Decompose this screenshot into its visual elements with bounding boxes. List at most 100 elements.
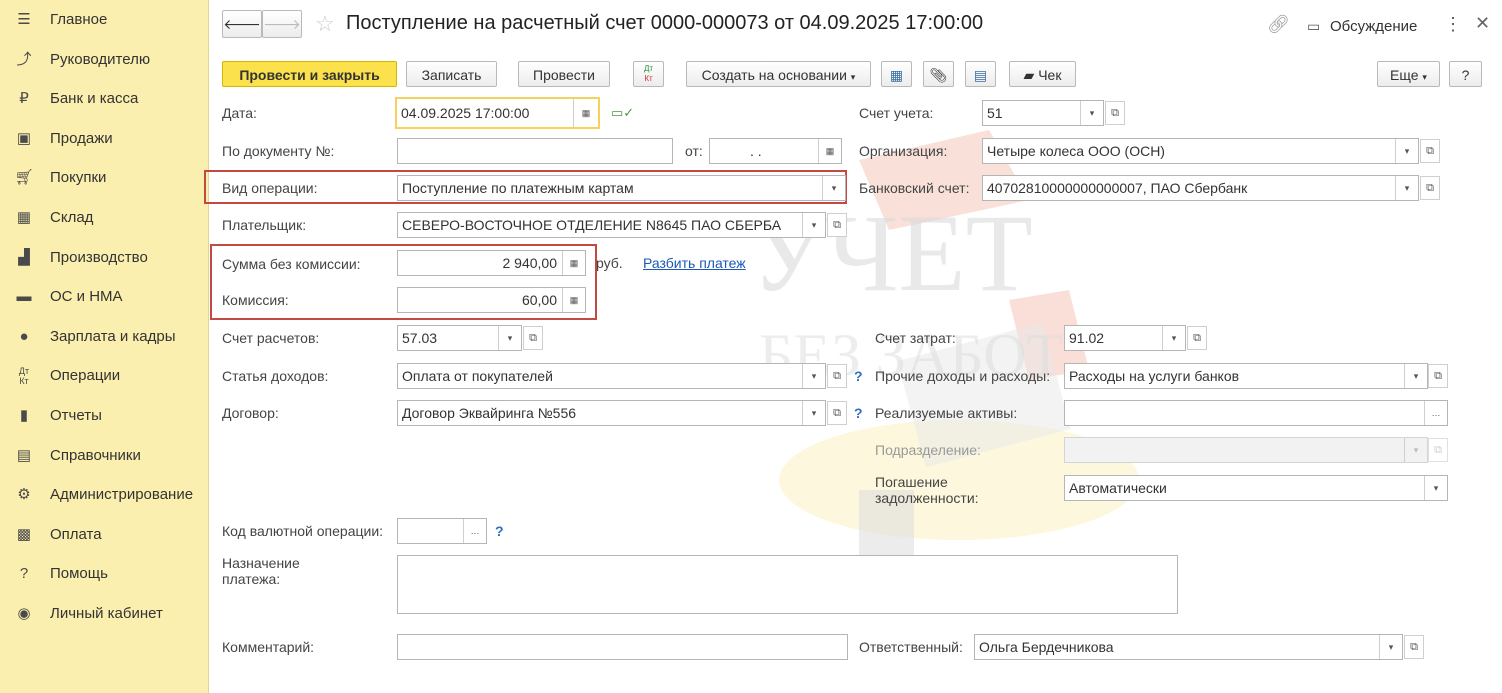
calculator-icon[interactable]: ▦ — [562, 251, 585, 275]
link-icon[interactable]: 🔗︎ — [1267, 14, 1290, 35]
sidebar-item-assets[interactable]: ▬ ОС и НМА — [0, 279, 208, 315]
help-icon[interactable]: ? — [854, 368, 863, 384]
income-item-select[interactable]: Оплата от покупателей ▾ — [397, 363, 826, 389]
chevron-down-icon[interactable]: ▾ — [802, 401, 825, 425]
organization-label: Организация: — [859, 143, 948, 159]
structure-button[interactable]: ▦ — [881, 61, 912, 87]
chevron-down-icon[interactable]: ▾ — [1162, 326, 1185, 350]
chevron-down-icon[interactable]: ▾ — [822, 176, 845, 200]
fee-input[interactable]: 60,00 ▦ — [397, 287, 586, 313]
debt-repayment-select[interactable]: Автоматически ▾ — [1064, 475, 1448, 501]
sidebar-item-account[interactable]: ◉ Личный кабинет — [0, 596, 208, 632]
sidebar-item-label: Помощь — [50, 565, 108, 582]
open-icon[interactable]: ⧉ — [1404, 635, 1424, 659]
open-icon[interactable]: ⧉ — [1420, 139, 1440, 163]
back-button[interactable]: 🡐 — [222, 10, 262, 38]
sidebar-item-label: Главное — [50, 11, 108, 28]
payment-purpose-textarea[interactable] — [397, 555, 1178, 614]
calendar-icon[interactable]: ▦ — [818, 139, 841, 163]
doc-number-input[interactable] — [397, 138, 673, 164]
organization-select[interactable]: Четыре колеса ООО (ОСН) ▾ — [982, 138, 1419, 164]
close-icon[interactable]: ✕ — [1475, 13, 1490, 34]
save-button[interactable]: Записать — [406, 61, 497, 87]
sidebar-item-admin[interactable]: ⚙ Администрирование — [0, 477, 208, 513]
doc-date-field[interactable]: . . ▦ — [709, 138, 842, 164]
chevron-down-icon[interactable]: ▾ — [1395, 139, 1418, 163]
currency-op-select[interactable]: … — [397, 518, 487, 544]
create-based-on-button[interactable]: Создать на основании ▾ — [686, 61, 871, 87]
sidebar-item-sales[interactable]: ▣ Продажи — [0, 121, 208, 157]
account-select[interactable]: 51 ▾ — [982, 100, 1104, 126]
ellipsis-icon[interactable]: … — [463, 519, 486, 543]
chevron-down-icon[interactable]: ▾ — [802, 364, 825, 388]
sidebar-item-warehouse[interactable]: ▦ Склад — [0, 200, 208, 236]
department-label: Подразделение: — [875, 442, 981, 458]
sidebar-item-directories[interactable]: ▤ Справочники — [0, 438, 208, 474]
chevron-down-icon[interactable]: ▾ — [1379, 635, 1402, 659]
sidebar-item-help[interactable]: ? Помощь — [0, 556, 208, 592]
chevron-down-icon[interactable]: ▾ — [1395, 176, 1418, 200]
dt-kt-button[interactable]: Дт Кт — [633, 61, 664, 87]
open-icon[interactable]: ⧉ — [1420, 176, 1440, 200]
open-icon[interactable]: ⧉ — [523, 326, 543, 350]
sidebar-item-label: Покупки — [50, 169, 107, 186]
calendar-icon[interactable]: ▦ — [573, 99, 598, 127]
help-button[interactable]: ? — [1449, 61, 1482, 87]
chevron-down-icon[interactable]: ▾ — [802, 213, 825, 237]
comment-input[interactable] — [397, 634, 848, 660]
more-vertical-icon[interactable]: ⋮ — [1444, 14, 1462, 35]
sold-assets-select[interactable]: … — [1064, 400, 1448, 426]
chevron-down-icon[interactable]: ▾ — [1080, 101, 1103, 125]
chevron-down-icon[interactable]: ▾ — [1424, 476, 1447, 500]
post-and-close-button[interactable]: Провести и закрыть — [222, 61, 397, 87]
sidebar-item-reports[interactable]: ▮ Отчеты — [0, 398, 208, 434]
star-icon[interactable]: ☆ — [315, 11, 335, 37]
sidebar-item-operations[interactable]: Дт Кт Операции — [0, 358, 208, 394]
attach-button[interactable]: 📎︎ — [923, 61, 954, 87]
sidebar-item-salary[interactable]: ● Зарплата и кадры — [0, 319, 208, 355]
sidebar-item-label: Продажи — [50, 130, 113, 147]
post-button[interactable]: Провести — [518, 61, 610, 87]
split-payment-link[interactable]: Разбить платеж — [643, 255, 746, 271]
calculator-icon[interactable]: ▦ — [562, 288, 585, 312]
chevron-down-icon: ▾ — [1404, 438, 1427, 462]
cost-account-select[interactable]: 91.02 ▾ — [1064, 325, 1186, 351]
sidebar-item-bank[interactable]: ₽ Банк и касса — [0, 81, 208, 117]
discussion-button[interactable]: Обсуждение — [1330, 18, 1417, 35]
open-icon[interactable]: ⧉ — [1187, 326, 1207, 350]
date-field[interactable]: 04.09.2025 17:00:00 ▦ — [395, 97, 600, 129]
open-icon[interactable]: ⧉ — [1105, 101, 1125, 125]
help-icon[interactable]: ? — [495, 523, 504, 539]
open-icon[interactable]: ⧉ — [827, 401, 847, 425]
open-icon[interactable]: ⧉ — [827, 213, 847, 237]
wallet-icon: ▩ — [16, 526, 32, 543]
sold-assets-label: Реализуемые активы: — [875, 405, 1018, 421]
sidebar-item-label: Склад — [50, 209, 94, 226]
more-button[interactable]: Еще ▾ — [1377, 61, 1440, 87]
settlement-account-select[interactable]: 57.03 ▾ — [397, 325, 522, 351]
help-icon[interactable]: ? — [854, 405, 863, 421]
open-icon[interactable]: ⧉ — [827, 364, 847, 388]
receipt-button[interactable]: ▰ Чек — [1009, 61, 1076, 87]
arrow-left-icon: 🡐 — [223, 16, 261, 32]
sidebar-item-purchases[interactable]: 🛒︎ Покупки — [0, 160, 208, 196]
chevron-down-icon[interactable]: ▾ — [498, 326, 521, 350]
print-button[interactable]: ▤ — [965, 61, 996, 87]
amount-input[interactable]: 2 940,00 ▦ — [397, 250, 586, 276]
discussion-icon: ▭ — [1307, 18, 1321, 34]
sidebar-item-production[interactable]: ▟ Производство — [0, 240, 208, 276]
operation-type-select[interactable]: Поступление по платежным картам ▾ — [397, 175, 846, 201]
comment-label: Комментарий: — [222, 639, 315, 655]
sidebar-item-payment[interactable]: ▩ Оплата — [0, 517, 208, 553]
forward-button[interactable]: 🡒 — [262, 10, 302, 38]
sidebar-item-main[interactable]: ☰ Главное — [0, 2, 208, 38]
contract-select[interactable]: Договор Эквайринга №556 ▾ — [397, 400, 826, 426]
other-income-expense-select[interactable]: Расходы на услуги банков ▾ — [1064, 363, 1428, 389]
payer-select[interactable]: СЕВЕРО-ВОСТОЧНОЕ ОТДЕЛЕНИЕ N8645 ПАО СБЕ… — [397, 212, 826, 238]
bank-account-select[interactable]: 40702810000000000007, ПАО Сбербанк ▾ — [982, 175, 1419, 201]
sidebar-item-manager[interactable]: ⤴ Руководителю — [0, 42, 208, 78]
ellipsis-icon[interactable]: … — [1424, 401, 1447, 425]
chevron-down-icon[interactable]: ▾ — [1404, 364, 1427, 388]
responsible-select[interactable]: Ольга Бердечникова ▾ — [974, 634, 1403, 660]
open-icon[interactable]: ⧉ — [1428, 364, 1448, 388]
